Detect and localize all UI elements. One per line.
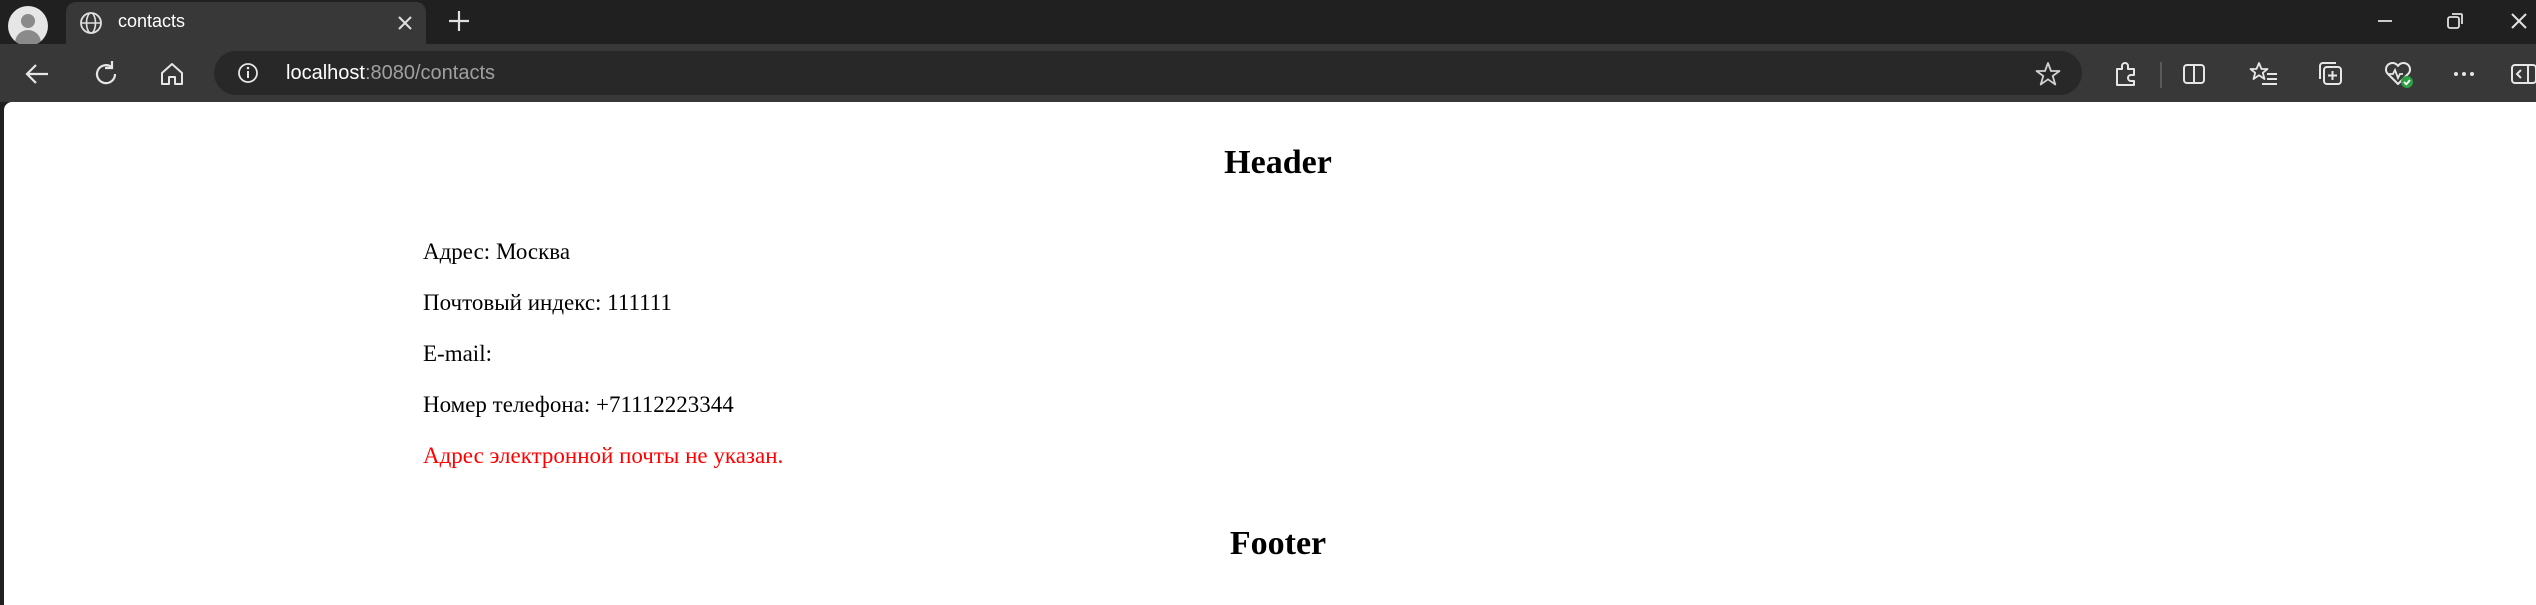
globe-icon — [80, 12, 102, 34]
collections-icon[interactable] — [2314, 58, 2346, 90]
email-line: E-mail: — [423, 341, 492, 366]
sidebar-icon[interactable] — [2508, 58, 2536, 90]
profile-icon[interactable] — [8, 6, 48, 46]
close-icon[interactable] — [392, 10, 418, 36]
url-text[interactable]: localhost:8080/contacts — [286, 62, 495, 85]
url-path: :8080/contacts — [364, 62, 496, 84]
url-host: localhost — [286, 62, 365, 84]
phone-line: Номер телефона: +71112223344 — [423, 392, 734, 417]
page-viewport: Header Адрес: Москва Почтовый индекс: 11… — [4, 102, 2536, 605]
extensions-icon[interactable] — [2110, 58, 2142, 90]
back-icon[interactable] — [22, 58, 54, 90]
home-icon[interactable] — [156, 58, 188, 90]
address-bar[interactable]: localhost:8080/contacts — [214, 51, 2082, 95]
address-line: Адрес: Москва — [423, 239, 571, 264]
postal-code-line: Почтовый индекс: 111111 — [423, 290, 672, 315]
page-header: Header — [1224, 144, 1332, 181]
browser-essentials-icon[interactable] — [2382, 58, 2414, 90]
restore-icon[interactable] — [2440, 6, 2470, 36]
split-screen-icon[interactable] — [2178, 58, 2210, 90]
info-icon[interactable] — [236, 61, 260, 85]
minimize-icon[interactable] — [2370, 6, 2400, 36]
page-footer: Footer — [1229, 525, 1327, 562]
browser-toolbar: localhost:8080/contacts — [0, 44, 2536, 102]
refresh-icon[interactable] — [90, 58, 122, 90]
window-close-icon[interactable] — [2504, 6, 2534, 36]
tab-strip: contacts — [0, 0, 2536, 46]
tab-contacts[interactable]: contacts — [66, 2, 426, 44]
email-error-message: Адрес электронной почты не указан. — [423, 443, 784, 468]
star-icon[interactable] — [2034, 60, 2062, 88]
more-icon[interactable] — [2448, 58, 2480, 90]
plus-icon[interactable] — [444, 6, 474, 36]
tab-title: contacts — [118, 11, 186, 31]
favorites-icon[interactable] — [2248, 58, 2280, 90]
toolbar-separator — [2160, 62, 2162, 88]
